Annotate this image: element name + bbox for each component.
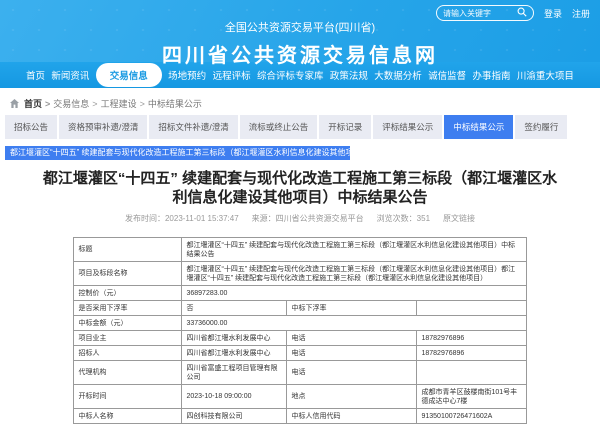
tab-failed-bid[interactable]: 流标或终止公告 — [239, 115, 318, 139]
field-label: 代理机构 — [73, 360, 183, 385]
field-label: 电话 — [286, 330, 418, 346]
field-label: 项目业主 — [73, 330, 183, 346]
tab-bid-opening-record[interactable]: 开标记录 — [319, 115, 372, 139]
field-value: 18782976896 — [416, 345, 527, 361]
original-link[interactable]: 原文链接 — [443, 213, 475, 224]
search-icon[interactable] — [517, 4, 527, 22]
field-label: 项目及标段名称 — [73, 261, 183, 286]
field-label: 招标人 — [73, 345, 183, 361]
tab-bid-doc-addendum[interactable]: 招标文件补遗/澄清 — [149, 115, 238, 139]
table-row: 开标时间 2023-10-18 09:00:00 地点 成都市青羊区鼓楼南街10… — [73, 384, 527, 409]
nav-item-big-data[interactable]: 大数据分析 — [374, 68, 422, 82]
site-titles: 全国公共资源交易平台(四川省) 四川省公共资源交易信息网 — [0, 19, 600, 68]
table-row: 标题 都江堰灌区“十四五” 续建配套与现代化改造工程施工第三标段（都江堰灌区水利… — [73, 237, 527, 262]
search-box[interactable] — [435, 4, 534, 22]
field-value: 都江堰灌区“十四五” 续建配套与现代化改造工程施工第三标段（都江堰灌区水利信息化… — [181, 237, 527, 262]
field-label: 是否采用下浮率 — [73, 300, 183, 316]
nav-item-guide[interactable]: 办事指南 — [473, 68, 511, 82]
field-label: 中标人名称 — [73, 408, 183, 424]
site-header: 登录 注册 全国公共资源交易平台(四川省) 四川省公共资源交易信息网 — [0, 0, 600, 67]
field-label: 标题 — [73, 237, 183, 262]
login-link[interactable]: 登录 — [544, 7, 562, 20]
field-value — [416, 300, 527, 316]
category-tabs: 招标公告 资格预审补遗/澄清 招标文件补遗/澄清 流标或终止公告 开标记录 评标… — [5, 115, 600, 139]
selected-announcement[interactable]: 都江堰灌区“十四五” 续建配套与现代化改造工程施工第三标段（都江堰灌区水利信息化… — [5, 146, 350, 160]
table-row: 控制价（元） 36897283.00 — [73, 285, 527, 301]
search-input[interactable] — [442, 8, 515, 18]
breadcrumb-current: 中标结果公示 — [147, 98, 202, 109]
nav-item-integrity[interactable]: 诚信监督 — [428, 68, 466, 82]
breadcrumb: 首页 交易信息 工程建设 中标结果公示 — [0, 88, 600, 110]
field-label: 中标下浮率 — [286, 300, 418, 316]
nav-item-home[interactable]: 首页 — [26, 68, 45, 82]
nav-item-policies[interactable]: 政策法规 — [330, 68, 368, 82]
site-title: 四川省公共资源交易信息网 — [162, 45, 438, 67]
nav-item-remote-evaluation[interactable]: 远程评标 — [213, 68, 251, 82]
register-link[interactable]: 注册 — [572, 7, 590, 20]
table-row: 招标人 四川省都江堰水利发展中心 电话 18782976896 — [73, 345, 527, 361]
article-meta: 发布时间：2023-11-01 15:37:47 来源：四川省公共资源交易平台 … — [0, 213, 600, 224]
field-label: 中标金额（元） — [73, 315, 183, 331]
result-table: 标题 都江堰灌区“十四五” 续建配套与现代化改造工程施工第三标段（都江堰灌区水利… — [73, 237, 527, 424]
breadcrumb-home[interactable]: 首页 — [24, 97, 50, 110]
page-title: 都江堰灌区“十四五” 续建配套与现代化改造工程施工第三标段（都江堰灌区水利信息化… — [42, 170, 558, 206]
field-value: 33736000.00 — [181, 315, 527, 331]
tab-prequalification-addendum[interactable]: 资格预审补遗/澄清 — [59, 115, 148, 139]
breadcrumb-engineering[interactable]: 工程建设 — [101, 97, 145, 110]
source: 来源：四川省公共资源交易平台 — [251, 214, 364, 223]
table-row: 中标人名称 四创科技有限公司 中标人信用代码 91350100726471602… — [73, 408, 527, 424]
field-value: 都江堰灌区“十四五” 续建配套与现代化改造工程施工第三标段（都江堰灌区水利信息化… — [181, 261, 527, 286]
field-value: 四川省都江堰水利发展中心 — [181, 330, 288, 346]
field-value: 2023-10-18 09:00:00 — [181, 384, 288, 409]
field-label: 地点 — [286, 384, 418, 409]
field-value: 四川省富盛工程项目管理有限公司 — [181, 360, 288, 385]
field-value: 否 — [181, 300, 288, 316]
nav-item-venue-booking[interactable]: 场地预约 — [168, 68, 206, 82]
tab-bid-announcement[interactable]: 招标公告 — [5, 115, 58, 139]
nav-item-expert-database[interactable]: 综合评标专家库 — [257, 68, 324, 82]
field-value: 18782976896 — [416, 330, 527, 346]
tab-evaluation-result[interactable]: 评标结果公示 — [373, 115, 443, 139]
nav-item-major-projects[interactable]: 川渝重大项目 — [517, 68, 574, 82]
field-value: 36897283.00 — [181, 285, 527, 301]
platform-title: 全国公共资源交易平台(四川省) — [224, 22, 376, 34]
tab-winning-result[interactable]: 中标结果公示 — [444, 115, 514, 139]
tab-contract-performance[interactable]: 签约履行 — [515, 115, 568, 139]
field-value: 成都市青羊区鼓楼南街101号丰德成达中心7楼 — [416, 384, 527, 409]
field-value: 四创科技有限公司 — [181, 408, 288, 424]
view-count: 浏览次数：351 — [376, 214, 431, 223]
table-row: 项目及标段名称 都江堰灌区“十四五” 续建配套与现代化改造工程施工第三标段（都江… — [73, 261, 527, 286]
utility-bar: 登录 注册 — [435, 4, 590, 22]
table-row: 代理机构 四川省富盛工程项目管理有限公司 电话 — [73, 360, 527, 385]
table-row: 是否采用下浮率 否 中标下浮率 — [73, 300, 527, 316]
field-value: 四川省都江堰水利发展中心 — [181, 345, 288, 361]
breadcrumb-trading-info[interactable]: 交易信息 — [53, 97, 97, 110]
field-value: 91350100726471602A — [416, 408, 527, 424]
field-value — [416, 360, 527, 385]
field-label: 控制价（元） — [73, 285, 183, 301]
field-label: 电话 — [286, 360, 418, 385]
field-label: 开标时间 — [73, 384, 183, 409]
nav-item-news[interactable]: 新闻资讯 — [51, 68, 89, 82]
field-label: 电话 — [286, 345, 418, 361]
table-row: 中标金额（元） 33736000.00 — [73, 315, 527, 331]
announcement-bar: 都江堰灌区“十四五” 续建配套与现代化改造工程施工第三标段（都江堰灌区水利信息化… — [5, 146, 600, 160]
publish-time: 发布时间：2023-11-01 15:37:47 — [124, 214, 239, 223]
field-label: 中标人信用代码 — [286, 408, 418, 424]
table-row: 项目业主 四川省都江堰水利发展中心 电话 18782976896 — [73, 330, 527, 346]
home-icon — [10, 98, 19, 108]
